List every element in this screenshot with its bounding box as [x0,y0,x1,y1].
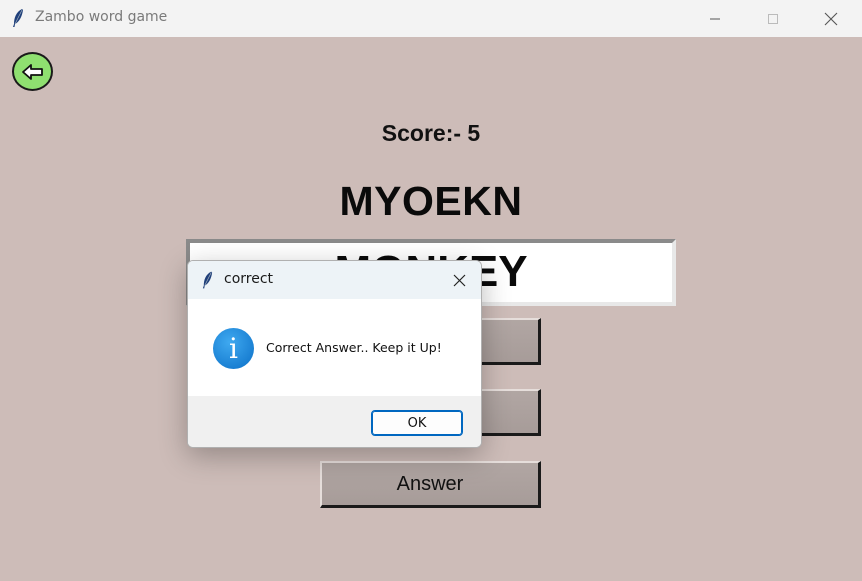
close-icon [453,274,465,286]
feather-icon [202,271,213,289]
feather-icon [13,9,23,27]
dialog-body: i Correct Answer.. Keep it Up! [188,299,481,396]
maximize-icon [768,13,778,24]
arrow-left-icon [21,63,43,80]
dialog-title-bar: correct [188,261,481,299]
minimize-button[interactable] [692,0,738,37]
dialog-close-button[interactable] [445,267,473,293]
window-title: Zambo word game [35,9,168,25]
message-dialog: correct i Correct Answer.. Keep it Up! O… [187,260,482,448]
score-label: Score:- 5 [381,120,481,146]
title-bar: Zambo word game [0,0,862,37]
maximize-button[interactable] [750,0,796,37]
ok-button[interactable]: OK [371,410,463,436]
minimize-icon [710,18,720,19]
scrambled-word: MYOEKN [339,178,523,224]
close-button[interactable] [808,0,854,37]
close-icon [824,12,838,25]
dialog-message: Correct Answer.. Keep it Up! [266,340,442,355]
dialog-footer: OK [188,396,481,447]
info-icon: i [213,328,254,369]
dialog-title: correct [224,271,274,287]
answer-button[interactable]: Answer [320,461,541,508]
back-button[interactable] [12,52,53,91]
